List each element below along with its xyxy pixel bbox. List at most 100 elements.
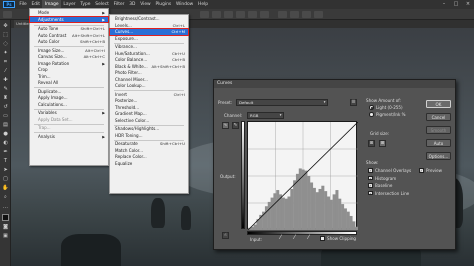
menu-item-canvas-size[interactable]: Canvas Size... Alt+Ctrl+C (30, 54, 108, 60)
move-tool-icon[interactable]: ✥ (2, 23, 9, 30)
option-button[interactable] (260, 11, 269, 18)
menu-item-crop[interactable]: Crop (30, 67, 108, 73)
option-button[interactable] (236, 11, 245, 18)
minimize-icon[interactable]: – (438, 0, 450, 9)
menu-item-desaturate[interactable]: Desaturate Shift+Ctrl+U (110, 141, 188, 147)
light-radio[interactable] (369, 105, 374, 110)
menu-item-equalize[interactable]: Equalize (110, 161, 188, 167)
menu-plugins[interactable]: Plugins (153, 0, 174, 9)
menu-item-apply-image[interactable]: Apply Image... (30, 95, 108, 101)
menu-item-photo-filter[interactable]: Photo Filter... (110, 70, 188, 76)
menu-item-reveal-all[interactable]: Reveal All (30, 80, 108, 86)
crop-tool-icon[interactable]: ⌗ (2, 59, 9, 66)
menu-item-image-size[interactable]: Image Size... Alt+Ctrl+I (30, 48, 108, 54)
menu-item-auto-tone[interactable]: Auto Tone Shift+Ctrl+L (30, 26, 108, 32)
blur-tool-icon[interactable]: ● (2, 131, 9, 138)
magic-wand-tool-icon[interactable]: ✦ (2, 50, 9, 57)
marquee-tool-icon[interactable]: ⬚ (2, 32, 9, 39)
dodge-tool-icon[interactable]: ◐ (2, 140, 9, 147)
option-button[interactable] (224, 11, 233, 18)
menu-file[interactable]: File (17, 0, 29, 9)
menu-item-hdr-toning[interactable]: HDR Toning... (110, 133, 188, 139)
healing-brush-tool-icon[interactable]: ✚ (2, 77, 9, 84)
menu-item-image-rotation[interactable]: Image Rotation ▶ (30, 61, 108, 67)
menu-item-invert[interactable]: Invert Ctrl+I (110, 92, 188, 98)
menu-item-color-balance[interactable]: Color Balance... Ctrl+B (110, 57, 188, 63)
menu-view[interactable]: View (138, 0, 153, 9)
menu-item-selective-color[interactable]: Selective Color... (110, 118, 188, 124)
eraser-tool-icon[interactable]: ▭ (2, 113, 9, 120)
screen-mode-icon[interactable]: ▣ (2, 233, 9, 240)
option-button[interactable] (314, 11, 323, 18)
menu-item-black-white[interactable]: Black & White... Alt+Shift+Ctrl+B (110, 64, 188, 70)
menu-item-hue-saturation[interactable]: Hue/Saturation... Ctrl+U (110, 51, 188, 57)
menu-item-threshold[interactable]: Threshold... (110, 105, 188, 111)
preview-checkbox[interactable]: ✓ (419, 168, 424, 173)
zoom-tool-icon[interactable]: ⌕ (2, 194, 9, 201)
menu-item-trim[interactable]: Trim... (30, 74, 108, 80)
tool-preset-button[interactable] (3, 11, 12, 18)
detailed-grid-icon[interactable]: ⊞ (379, 140, 386, 147)
menu-item-apply-data-set[interactable]: Apply Data Set... (30, 117, 108, 123)
close-icon[interactable]: × (462, 0, 474, 9)
clone-stamp-tool-icon[interactable]: ♜ (2, 95, 9, 102)
gray-eyedropper-icon[interactable]: ⁄ (294, 234, 295, 241)
type-tool-icon[interactable]: T (2, 158, 9, 165)
brush-tool-icon[interactable]: ✎ (2, 86, 9, 93)
ok-button[interactable]: OK (426, 100, 451, 108)
pencil-icon[interactable]: ✎ (232, 122, 239, 129)
pigment-radio[interactable] (369, 112, 374, 117)
path-selection-tool-icon[interactable]: ➤ (2, 167, 9, 174)
auto-button[interactable]: Auto (426, 139, 451, 147)
menu-item-match-color[interactable]: Match Color... (110, 148, 188, 154)
menu-item-analysis[interactable]: Analysis ▶ (30, 134, 108, 140)
menu-3d[interactable]: 3D (127, 0, 138, 9)
more-tools-icon[interactable]: … (2, 204, 9, 211)
lasso-tool-icon[interactable]: ◌ (2, 41, 9, 48)
menu-filter[interactable]: Filter (111, 0, 127, 9)
menu-item-shadows-highlights[interactable]: Shadows/Highlights... (110, 126, 188, 132)
menu-item-brightness-contrast[interactable]: Brightness/Contrast... (110, 16, 188, 22)
menu-item-vibrance[interactable]: Vibrance... (110, 44, 188, 50)
option-button[interactable] (212, 11, 221, 18)
menu-item-duplicate[interactable]: Duplicate... (30, 89, 108, 95)
smooth-button[interactable]: Smooth (426, 126, 451, 134)
option-button[interactable] (278, 11, 287, 18)
white-eyedropper-icon[interactable]: ⁄ (308, 234, 309, 241)
curve-edit-points-icon[interactable]: ∿ (222, 122, 229, 129)
option-button[interactable] (302, 11, 311, 18)
eyedropper-tool-icon[interactable]: ⁄ (2, 68, 9, 75)
cancel-button[interactable]: Cancel (426, 113, 451, 121)
preset-options-icon[interactable]: ☰ (350, 99, 357, 106)
menu-item-color-lookup[interactable]: Color Lookup... (110, 83, 188, 89)
target-adjust-icon[interactable]: ☝ (222, 232, 229, 239)
channel-select[interactable]: RGB ▾ (247, 112, 284, 119)
histogram-checkbox[interactable]: ✓ (368, 175, 373, 180)
baseline-checkbox[interactable]: ✓ (368, 183, 373, 188)
channel-overlays-checkbox[interactable]: ✓ (368, 168, 373, 173)
quick-mask-icon[interactable]: ◙ (2, 224, 9, 231)
option-button[interactable] (248, 11, 257, 18)
maximize-icon[interactable]: □ (450, 0, 462, 9)
option-button[interactable] (290, 11, 299, 18)
shape-tool-icon[interactable]: ▢ (2, 176, 9, 183)
simple-grid-icon[interactable]: ⊞ (368, 140, 375, 147)
show-clipping-checkbox[interactable] (320, 236, 325, 241)
preset-select[interactable]: Default ▾ (236, 99, 328, 106)
curves-graph[interactable] (247, 121, 359, 231)
hand-tool-icon[interactable]: ✋ (2, 185, 9, 192)
menu-help[interactable]: Help (196, 0, 211, 9)
menu-item-exposure[interactable]: Exposure... (110, 36, 188, 42)
menu-item-trap[interactable]: Trap... (30, 125, 108, 131)
menu-item-auto-color[interactable]: Auto Color Shift+Ctrl+B (30, 39, 108, 45)
menu-item-gradient-map[interactable]: Gradient Map... (110, 111, 188, 117)
options-button[interactable]: Options... (426, 152, 451, 160)
menu-item-variables[interactable]: Variables ▶ (30, 110, 108, 116)
history-brush-tool-icon[interactable]: ↺ (2, 104, 9, 111)
menu-item-replace-color[interactable]: Replace Color... (110, 154, 188, 160)
menu-item-auto-contrast[interactable]: Auto Contrast Alt+Shift+Ctrl+L (30, 33, 108, 39)
menu-item-calculations[interactable]: Calculations... (30, 102, 108, 108)
pen-tool-icon[interactable]: ✒ (2, 149, 9, 156)
option-button[interactable] (200, 11, 209, 18)
menu-window[interactable]: Window (174, 0, 196, 9)
